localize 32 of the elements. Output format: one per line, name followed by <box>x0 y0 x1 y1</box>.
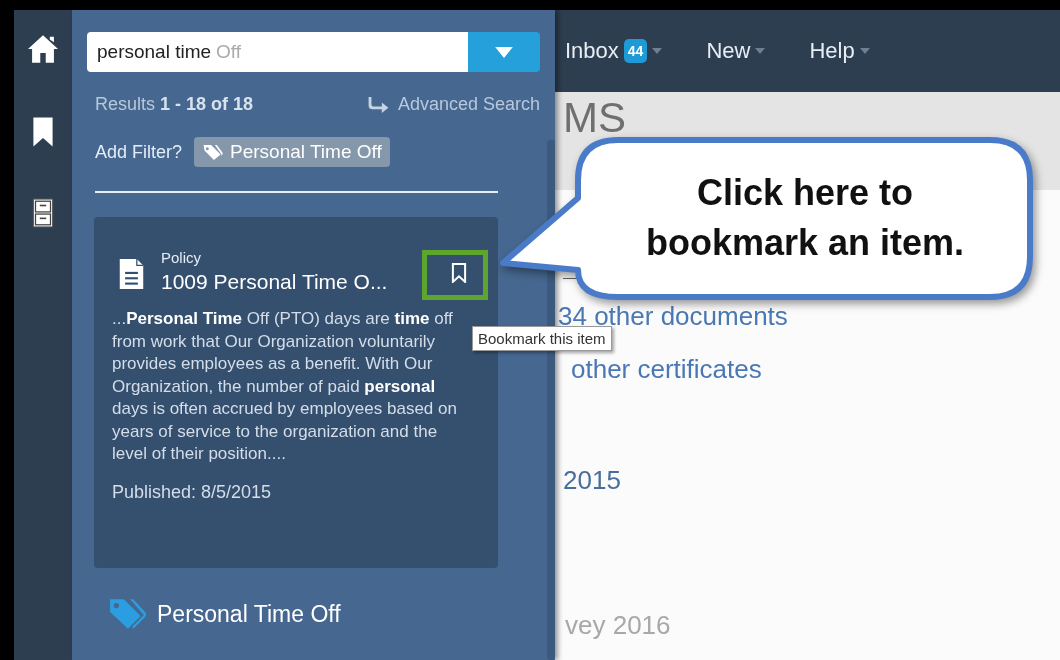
excerpt-text: ...Personal Time Off (PTO) days are time off from work that Our Organization voluntarily provides employees as a benefit. With Our Organization, the number of paid personal days is often accrued by employees based on years of service to the organization and the level of their position.... <box>112 308 458 465</box>
caret-icon <box>652 48 663 54</box>
callout-text: Click here to bookmark an item. <box>644 171 966 265</box>
dropdown-button[interactable] <box>468 32 540 72</box>
caret-icon <box>755 48 766 54</box>
tag-icon <box>109 598 147 630</box>
document-title[interactable]: 1009 Personal Time O... <box>161 270 431 294</box>
file-cabinet-icon[interactable] <box>32 198 54 228</box>
nav-menu[interactable]: Help <box>809 38 870 64</box>
document-type: Policy <box>161 249 202 266</box>
search-field[interactable]: personal time Off <box>87 32 468 72</box>
bookmark-icon[interactable] <box>31 116 55 148</box>
nav-menu[interactable]: Inbox 44 <box>565 38 663 64</box>
survey-text: vey 2016 <box>565 610 671 641</box>
caret-icon <box>859 48 870 54</box>
document-icon <box>118 258 145 290</box>
nav-menu[interactable]: New <box>706 38 766 64</box>
tag-result[interactable]: Personal Time Off <box>109 598 537 630</box>
tooltip: Bookmark this item <box>472 326 612 351</box>
highlight-frame <box>422 250 488 300</box>
document-link[interactable]: other certificates <box>571 354 762 385</box>
published-date: Published: 8/5/2015 <box>112 481 273 503</box>
caret-icon <box>495 46 513 58</box>
filter-label: Add Filter? <box>95 141 183 163</box>
count-badge: 44 <box>623 39 648 63</box>
date-text: 2015 <box>563 465 621 496</box>
tag-icon <box>202 143 225 161</box>
autocomplete-suggestion: Off <box>216 41 242 63</box>
results-count: Results 1 - 18 of 18 <box>95 94 254 115</box>
arrow-icon <box>367 96 390 113</box>
page-heading: MS <box>563 96 626 140</box>
home-icon[interactable] <box>26 34 60 64</box>
